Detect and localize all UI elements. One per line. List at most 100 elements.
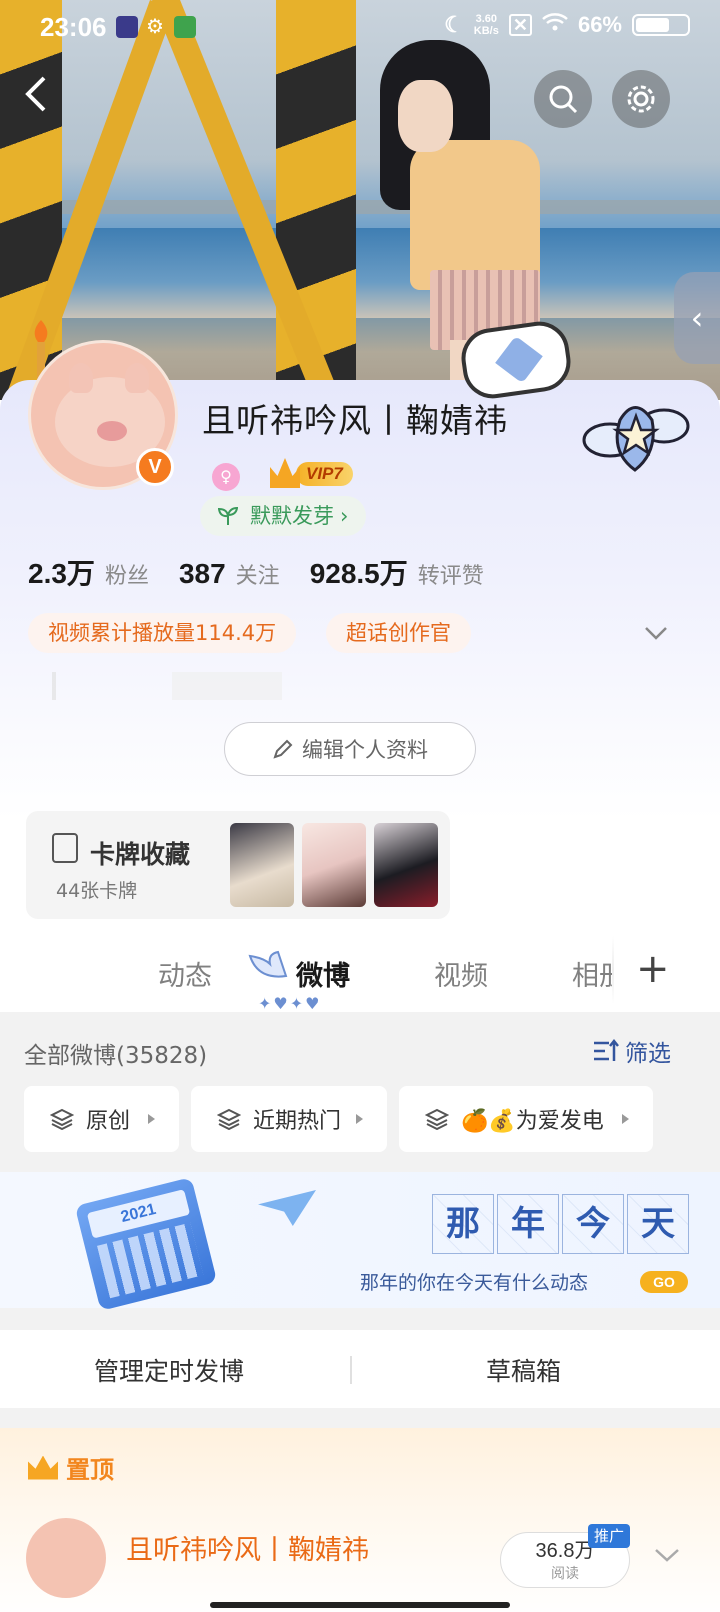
- tab-divider: [612, 936, 614, 1004]
- wifi-icon: [542, 12, 568, 38]
- card-thumbnail[interactable]: [230, 823, 294, 907]
- crown-icon: [270, 458, 300, 488]
- stat-interactions[interactable]: 928.5万 转评赞: [310, 552, 484, 592]
- on-this-day-subtitle: 那年的你在今天有什么动态: [360, 1272, 589, 1294]
- battery-percent: 66%: [577, 12, 622, 37]
- filter-icon: [594, 1039, 619, 1061]
- stat-followers[interactable]: 2.3万 粉丝: [28, 552, 149, 592]
- battery-icon: [632, 14, 690, 36]
- app-notification-icon: [116, 16, 138, 38]
- drafts-button[interactable]: 草稿箱: [486, 1352, 561, 1388]
- status-time: 23:06: [40, 12, 107, 42]
- go-button[interactable]: GO: [640, 1271, 688, 1293]
- cover-sea: [0, 228, 720, 318]
- sprout-label: 默默发芽: [250, 504, 334, 528]
- stat-value: 928.5万: [309, 558, 408, 589]
- card-thumbnail[interactable]: [302, 823, 366, 907]
- card-thumbnail[interactable]: [374, 823, 438, 907]
- promote-badge[interactable]: 推广: [588, 1524, 631, 1548]
- sprout-icon: [218, 507, 238, 525]
- app-notification-icon: [174, 16, 196, 38]
- chevron-left-icon: [25, 76, 46, 112]
- stat-following[interactable]: 387 关注: [179, 558, 280, 590]
- side-drawer-tab[interactable]: ‹: [674, 272, 720, 364]
- edit-profile-button[interactable]: 编辑个人资料: [224, 722, 476, 776]
- manage-bar: 管理定时发博 草稿箱: [0, 1330, 720, 1408]
- post-author-avatar[interactable]: [26, 1518, 106, 1598]
- settings-button[interactable]: [612, 70, 670, 128]
- caret-right-icon: [148, 1114, 155, 1124]
- divider: [350, 1356, 352, 1384]
- vip-label: VIP7: [296, 462, 353, 486]
- gear-status-icon: ⚙: [146, 16, 164, 38]
- chip-label: 近期热门: [253, 1109, 342, 1134]
- stat-label: 转评赞: [417, 564, 484, 589]
- layers-icon: [217, 1108, 241, 1130]
- search-icon: [549, 85, 578, 114]
- layers-icon: [50, 1108, 74, 1130]
- moon-icon: ☾: [444, 12, 464, 37]
- status-bar: 23:06 ⚙ ☾ 3.60 KB/s ✕ 66%: [0, 0, 720, 56]
- winged-star-decoration: [582, 406, 690, 472]
- creator-tag[interactable]: 超话创作官: [326, 613, 471, 653]
- caret-right-icon: [356, 1114, 363, 1124]
- expand-chevron-down-icon[interactable]: [644, 618, 672, 646]
- net-speed: 3.60 KB/s: [473, 13, 499, 37]
- all-posts-count: 全部微博(35828): [24, 1043, 208, 1069]
- card-collection[interactable]: 卡牌收藏 44张卡牌: [26, 811, 450, 919]
- home-indicator[interactable]: [210, 1602, 510, 1608]
- card-collection-count: 44张卡牌: [56, 880, 138, 902]
- tab-album[interactable]: 相册: [572, 954, 612, 993]
- video-plays-tag[interactable]: 视频累计播放量114.4万: [28, 613, 297, 653]
- chip-label: 🍊💰为爱发电: [461, 1109, 604, 1134]
- profile-tabs: 动态 微博 ✦♥✦♥ 视频 相册 +: [0, 936, 720, 1013]
- vip-badge[interactable]: VIP7: [270, 458, 354, 490]
- caret-right-icon: [622, 1114, 629, 1124]
- back-button[interactable]: [20, 74, 66, 120]
- active-tab-indicator: ✦♥✦♥: [258, 994, 322, 1013]
- no-sim-icon: ✕: [508, 14, 532, 36]
- post-author-name[interactable]: 且听祎吟风丨鞠婧祎: [126, 1528, 369, 1567]
- weibo-feed: 全部微博(35828) 筛选 原创 近期热门 🍊💰为爱发电 2021 那 年 今…: [0, 1012, 720, 1612]
- post-more-chevron-down-icon[interactable]: [654, 1540, 680, 1570]
- tab-activity[interactable]: 动态: [158, 954, 212, 993]
- pinned-post[interactable]: 置顶 且听祎吟风丨鞠婧祎 36.8万 阅读 推广: [0, 1428, 720, 1612]
- stat-value: 387: [178, 558, 226, 589]
- profile-username: 且听祎吟风丨鞠婧祎: [202, 401, 508, 440]
- verified-badge: V: [136, 448, 174, 486]
- calendar-illustration: 2021: [74, 1177, 218, 1311]
- card-collection-title: 卡牌收藏: [90, 840, 191, 869]
- chevron-right-icon: ›: [340, 504, 349, 528]
- sprout-status-pill[interactable]: 默默发芽 ›: [200, 496, 367, 536]
- pencil-icon: [273, 739, 293, 759]
- tab-video[interactable]: 视频: [434, 954, 488, 993]
- profile-stats: 2.3万 粉丝 387 关注 928.5万 转评赞: [28, 552, 514, 592]
- add-tab-icon[interactable]: +: [636, 946, 670, 992]
- cover-railing: [0, 200, 720, 214]
- chip-original[interactable]: 原创: [24, 1086, 179, 1152]
- read-count-label: 阅读: [551, 1566, 579, 1582]
- pinned-label: 置顶: [28, 1450, 114, 1485]
- on-this-day-title: 那 年 今 天: [432, 1194, 692, 1254]
- on-this-day-banner[interactable]: 2021 那 年 今 天 那年的你在今天有什么动态 GO: [0, 1172, 720, 1311]
- manage-scheduled-button[interactable]: 管理定时发博: [94, 1352, 244, 1388]
- chip-label: 原创: [86, 1109, 131, 1134]
- stat-value: 2.3万: [28, 558, 95, 589]
- stat-label: 粉丝: [104, 564, 149, 589]
- chip-recent-hot[interactable]: 近期热门: [191, 1086, 387, 1152]
- layers-icon: [425, 1108, 449, 1130]
- edit-profile-label: 编辑个人资料: [302, 738, 428, 762]
- chip-power-for-love[interactable]: 🍊💰为爱发电: [399, 1086, 653, 1152]
- wing-icon: [248, 950, 288, 978]
- filter-label: 筛选: [625, 1041, 671, 1067]
- tab-weibo[interactable]: 微博: [296, 954, 350, 993]
- gender-female-icon: ♀: [212, 463, 240, 491]
- crown-icon: [28, 1455, 58, 1480]
- filter-button[interactable]: 筛选: [593, 1034, 671, 1068]
- bio-placeholder: [52, 672, 282, 700]
- stat-label: 关注: [235, 564, 280, 589]
- search-button[interactable]: [534, 70, 592, 128]
- chevron-left-icon: ‹: [690, 299, 704, 337]
- paper-plane-icon: [258, 1190, 316, 1226]
- card-collection-icon: [52, 833, 78, 863]
